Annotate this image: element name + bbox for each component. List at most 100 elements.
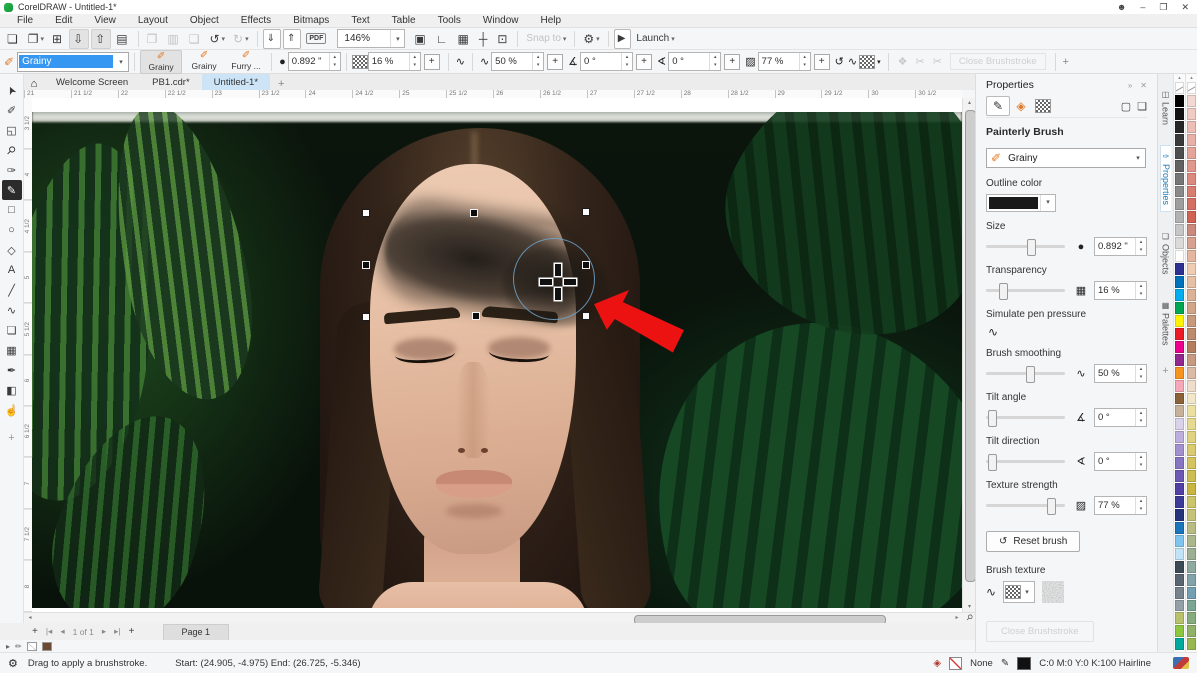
- slider-thumb[interactable]: [1027, 239, 1036, 256]
- photo-bitmap[interactable]: [32, 112, 962, 608]
- color-swatch[interactable]: [1187, 393, 1196, 405]
- menu-item[interactable]: Bitmaps: [282, 15, 340, 26]
- new-document-tab-button[interactable]: +: [278, 78, 284, 90]
- color-swatch[interactable]: [1187, 302, 1196, 314]
- tool-button[interactable]: ◇: [2, 240, 22, 260]
- toolbar-button[interactable]: ↻▾: [230, 30, 252, 48]
- slider-spinner[interactable]: 0 ° ▴▾: [1094, 408, 1147, 427]
- brush-style-button[interactable]: ✐Grainy: [184, 50, 224, 72]
- palette-scroll-icon[interactable]: ▴: [1187, 75, 1196, 82]
- slider-spinner[interactable]: 0 ° ▴▾: [1094, 452, 1147, 471]
- color-swatch[interactable]: [1187, 638, 1196, 650]
- brush-style-button[interactable]: ✐Furry ...: [226, 50, 266, 72]
- toolbar-button[interactable]: ▶: [614, 29, 632, 49]
- current-outline-swatch[interactable]: [27, 642, 37, 651]
- brush-texture-chip[interactable]: [859, 55, 875, 69]
- color-swatch[interactable]: [1187, 522, 1196, 534]
- color-swatch[interactable]: [1175, 522, 1184, 534]
- menu-item[interactable]: Effects: [230, 15, 282, 26]
- color-swatch[interactable]: [1175, 431, 1184, 443]
- color-swatch[interactable]: [1187, 444, 1196, 456]
- menu-item[interactable]: Table: [381, 15, 427, 26]
- selection-handle[interactable]: [582, 208, 590, 216]
- tilt-angle-pen-button[interactable]: +: [636, 54, 652, 70]
- tool-button[interactable]: ⚲: [2, 140, 22, 160]
- home-icon[interactable]: ⌂: [24, 78, 44, 90]
- menu-item[interactable]: Tools: [427, 15, 472, 26]
- no-color-swatch[interactable]: [1175, 82, 1184, 94]
- toolbar-button[interactable]: [138, 31, 139, 47]
- toolbar-button[interactable]: ⚙▾: [580, 30, 602, 48]
- docker-tab[interactable]: ❏Objects: [1161, 226, 1171, 281]
- color-swatch[interactable]: [1175, 509, 1184, 521]
- color-swatch[interactable]: [1187, 561, 1196, 573]
- color-swatch[interactable]: [1187, 173, 1196, 185]
- color-swatch[interactable]: [1187, 121, 1196, 133]
- color-swatch[interactable]: [1175, 121, 1184, 133]
- brush-preset-combobox[interactable]: Grainy ▾: [17, 52, 129, 72]
- chevron-down-icon[interactable]: ▾: [877, 58, 881, 66]
- toolbar-button[interactable]: ▥: [164, 30, 183, 48]
- panel-brush-preset-combobox[interactable]: ✐ Grainy ▾: [986, 148, 1146, 168]
- selection-handle[interactable]: [362, 313, 370, 321]
- tool-button[interactable]: ☝: [2, 400, 22, 420]
- color-swatch[interactable]: [1175, 341, 1184, 353]
- account-icon[interactable]: ☻: [1117, 2, 1126, 12]
- toolbar-button[interactable]: ↺▾: [206, 30, 228, 48]
- color-swatch[interactable]: [1187, 405, 1196, 417]
- color-swatch[interactable]: [1175, 289, 1184, 301]
- color-swatch[interactable]: [1187, 263, 1196, 275]
- reset-brush-button[interactable]: ↺ Reset brush: [986, 531, 1080, 552]
- slider-track[interactable]: [986, 372, 1065, 375]
- document-tab[interactable]: Welcome Screen: [44, 74, 140, 90]
- tool-button[interactable]: A: [2, 260, 22, 280]
- toolbar-button[interactable]: Snap to▾: [523, 30, 569, 48]
- color-swatch[interactable]: [1175, 134, 1184, 146]
- menu-item[interactable]: File: [6, 15, 44, 26]
- color-swatch[interactable]: [1175, 211, 1184, 223]
- tilt-direction-pen-button[interactable]: +: [724, 54, 740, 70]
- color-swatch[interactable]: [1187, 315, 1196, 327]
- color-swatch[interactable]: [1175, 444, 1184, 456]
- color-swatch[interactable]: [1175, 535, 1184, 547]
- page-tab[interactable]: Page 1: [163, 624, 230, 640]
- selection-handle[interactable]: [470, 209, 478, 217]
- wrap-view-icon[interactable]: ▢: [1121, 100, 1131, 113]
- tool-button[interactable]: ✒: [2, 360, 22, 380]
- color-swatch[interactable]: [1175, 250, 1184, 262]
- color-swatch[interactable]: [1175, 600, 1184, 612]
- color-swatch[interactable]: [1187, 548, 1196, 560]
- slider-track[interactable]: [986, 289, 1065, 292]
- color-swatch[interactable]: [1187, 625, 1196, 637]
- color-swatch[interactable]: [1175, 302, 1184, 314]
- color-swatch[interactable]: [1187, 224, 1196, 236]
- zoom-level-combobox[interactable]: 146% ▾: [337, 29, 405, 48]
- document-tab[interactable]: PB1.cdr*: [140, 74, 202, 90]
- color-swatch[interactable]: [1187, 276, 1196, 288]
- page-nav-button[interactable]: ▸: [98, 626, 110, 637]
- color-swatch[interactable]: [1187, 483, 1196, 495]
- toolbar-button[interactable]: ⇓: [263, 29, 281, 49]
- slider-thumb[interactable]: [1026, 366, 1035, 383]
- color-swatch[interactable]: [1175, 354, 1184, 366]
- menu-item[interactable]: Window: [472, 15, 530, 26]
- menu-item[interactable]: Object: [179, 15, 230, 26]
- page-nav-button[interactable]: ◂: [56, 626, 68, 637]
- color-swatch[interactable]: [1175, 574, 1184, 586]
- toolbar-button[interactable]: ⊞: [49, 30, 67, 48]
- toolbar-button[interactable]: [517, 31, 518, 47]
- slider-track[interactable]: [986, 460, 1065, 463]
- color-swatch[interactable]: [1175, 147, 1184, 159]
- color-swatch[interactable]: [1187, 367, 1196, 379]
- color-swatch[interactable]: [1187, 147, 1196, 159]
- tool-button[interactable]: +: [2, 428, 22, 448]
- color-swatch[interactable]: [1175, 405, 1184, 417]
- color-swatch[interactable]: [1175, 276, 1184, 288]
- texture-pen-button[interactable]: +: [814, 54, 830, 70]
- color-swatch[interactable]: [1187, 496, 1196, 508]
- vertical-scrollbar[interactable]: ▴ ▾: [962, 98, 975, 612]
- tab-transparency[interactable]: [1032, 97, 1054, 115]
- slider-track[interactable]: [986, 416, 1065, 419]
- slider-thumb[interactable]: [988, 410, 997, 427]
- toolbar-button[interactable]: Launch▾: [633, 30, 677, 48]
